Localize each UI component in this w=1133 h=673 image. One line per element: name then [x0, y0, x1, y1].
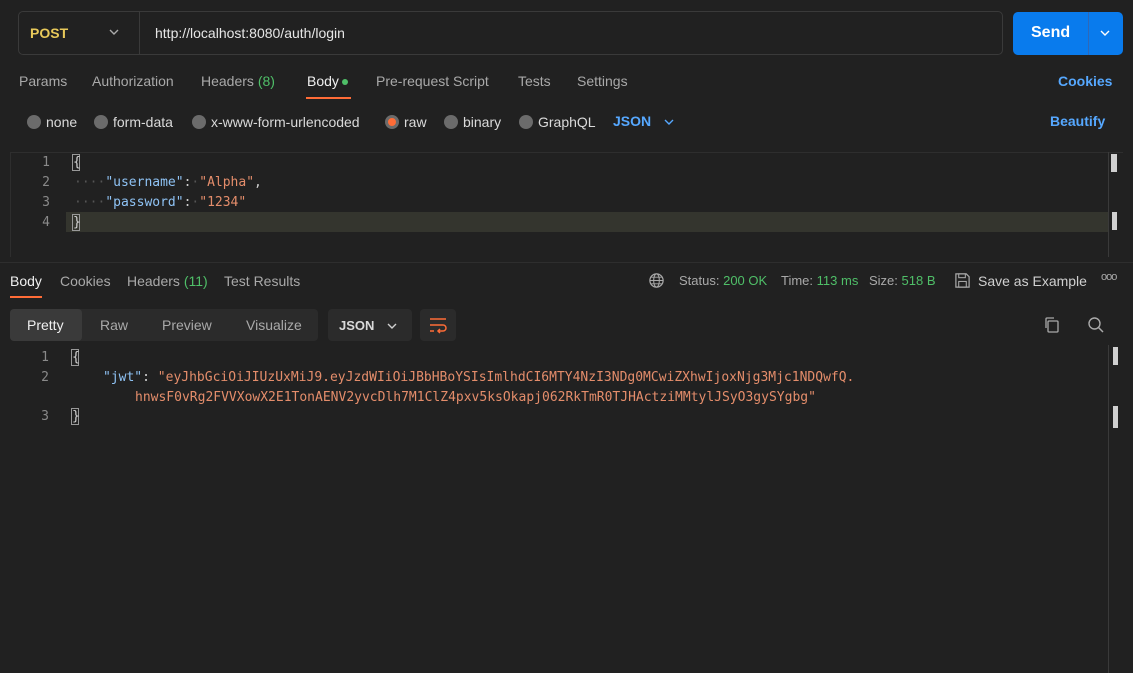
- radio-binary-label[interactable]: binary: [463, 114, 501, 130]
- save-as-example-button[interactable]: Save as Example: [978, 273, 1087, 289]
- json-key: "password": [105, 195, 184, 210]
- view-preview[interactable]: Preview: [162, 317, 212, 333]
- tab-params[interactable]: Params: [19, 73, 67, 89]
- radio-none-label[interactable]: none: [46, 114, 77, 130]
- radio-urlencoded-label[interactable]: x-www-form-urlencoded: [211, 114, 360, 130]
- chevron-down-icon[interactable]: [1099, 27, 1111, 39]
- divider: [1088, 12, 1089, 55]
- radio-graphql[interactable]: [519, 115, 533, 129]
- active-tab-indicator: [306, 97, 351, 99]
- json-string: "1234": [199, 195, 247, 210]
- scrollbar-track: [1108, 152, 1109, 257]
- json-colon: :: [142, 370, 150, 385]
- json-comma: ,: [254, 175, 262, 190]
- headers-count-badge: (11): [183, 273, 208, 289]
- line-number: 3: [41, 409, 49, 424]
- radio-graphql-label[interactable]: GraphQL: [538, 114, 596, 130]
- time-value: 113 ms: [816, 273, 859, 288]
- size-label: Size:: [869, 273, 898, 288]
- view-raw[interactable]: Raw: [100, 317, 128, 333]
- scrollbar-thumb[interactable]: [1113, 347, 1118, 365]
- radio-urlencoded[interactable]: [192, 115, 206, 129]
- line-number: 4: [42, 215, 50, 230]
- send-button-label[interactable]: Send: [1031, 24, 1070, 42]
- save-icon[interactable]: [954, 272, 971, 289]
- scrollbar-marker: [1112, 212, 1117, 230]
- line-number: 1: [41, 350, 49, 365]
- chevron-down-icon[interactable]: [663, 116, 675, 128]
- radio-raw-label[interactable]: raw: [404, 114, 427, 130]
- beautify-button[interactable]: Beautify: [1050, 113, 1105, 129]
- radio-form-data[interactable]: [94, 115, 108, 129]
- line-number: 2: [42, 175, 50, 190]
- time-readout[interactable]: Time: 113 ms: [781, 273, 858, 288]
- globe-icon[interactable]: [648, 272, 665, 289]
- code-line-username: ····"username":·"Alpha",: [74, 175, 262, 190]
- tab-response-headers-label: Headers: [127, 273, 180, 289]
- cookies-link[interactable]: Cookies: [1058, 73, 1112, 89]
- line-number: 2: [41, 370, 49, 385]
- radio-form-data-label[interactable]: form-data: [113, 114, 173, 130]
- tab-body[interactable]: Body: [307, 73, 339, 89]
- scrollbar-marker: [1113, 406, 1118, 428]
- tab-response-headers[interactable]: Headers (11): [127, 273, 208, 289]
- radio-raw[interactable]: [385, 115, 399, 129]
- tab-test-results[interactable]: Test Results: [224, 273, 300, 289]
- pane-divider[interactable]: [0, 262, 1133, 263]
- search-icon[interactable]: [1087, 316, 1105, 334]
- divider: [139, 12, 140, 54]
- tab-headers[interactable]: Headers (8): [201, 73, 275, 89]
- status-value: 200 OK: [723, 273, 768, 288]
- tab-response-cookies[interactable]: Cookies: [60, 273, 111, 289]
- body-format-select[interactable]: JSON: [613, 113, 651, 129]
- scrollbar-thumb[interactable]: [1111, 154, 1117, 172]
- tab-response-body[interactable]: Body: [10, 273, 42, 289]
- tab-settings[interactable]: Settings: [577, 73, 628, 89]
- active-tab-indicator: [10, 296, 42, 298]
- indent-whitespace: ····: [74, 175, 106, 190]
- radio-binary[interactable]: [444, 115, 458, 129]
- close-brace: }: [71, 408, 80, 425]
- current-line-highlight: [66, 212, 1109, 232]
- close-brace: }: [72, 214, 81, 231]
- json-key: "username": [105, 175, 184, 190]
- line-number: 1: [42, 155, 50, 170]
- method-select[interactable]: POST: [30, 25, 68, 41]
- view-pretty[interactable]: Pretty: [27, 317, 64, 333]
- status-label: Status:: [679, 273, 720, 288]
- view-visualize[interactable]: Visualize: [246, 317, 302, 333]
- more-options-icon[interactable]: ooo: [1101, 271, 1117, 283]
- wrap-lines-icon: [430, 318, 447, 334]
- tab-tests[interactable]: Tests: [518, 73, 551, 89]
- size-readout[interactable]: Size: 518 B: [869, 273, 936, 288]
- scrollbar-track: [1108, 345, 1109, 673]
- url-input[interactable]: http://localhost:8080/auth/login: [155, 25, 345, 41]
- indent-whitespace: ····: [74, 195, 106, 210]
- status-readout[interactable]: Status: 200 OK: [679, 273, 767, 288]
- code-line-jwt: "jwt": "eyJhbGciOiJIUzUxMiJ9.eyJzdWIiOiJ…: [103, 370, 854, 385]
- headers-count-badge: (8): [257, 73, 275, 89]
- response-format-label[interactable]: JSON: [339, 318, 374, 333]
- chevron-down-icon[interactable]: [386, 320, 398, 332]
- tab-authorization[interactable]: Authorization: [92, 73, 174, 89]
- open-brace: {: [72, 154, 81, 171]
- json-string: "Alpha": [199, 175, 255, 190]
- radio-none[interactable]: [27, 115, 41, 129]
- open-brace: {: [71, 349, 80, 366]
- size-value: 518 B: [901, 273, 936, 288]
- time-label: Time:: [781, 273, 814, 288]
- json-key: "jwt": [103, 370, 143, 385]
- line-number: 3: [42, 195, 50, 210]
- chevron-down-icon[interactable]: [108, 26, 120, 38]
- copy-icon[interactable]: [1043, 316, 1061, 334]
- tab-headers-label: Headers: [201, 73, 254, 89]
- tab-pre-request-script[interactable]: Pre-request Script: [376, 73, 489, 89]
- code-line-password: ····"password":·"1234": [74, 195, 247, 210]
- jwt-value-part1: "eyJhbGciOiJIUzUxMiJ9.eyJzdWIiOiJBbHBoYS…: [157, 370, 855, 385]
- jwt-value-part2: hnwsF0vRg2FVVXowX2E1TonAENV2yvcDlh7M1ClZ…: [135, 390, 816, 405]
- body-indicator-dot: [342, 79, 348, 85]
